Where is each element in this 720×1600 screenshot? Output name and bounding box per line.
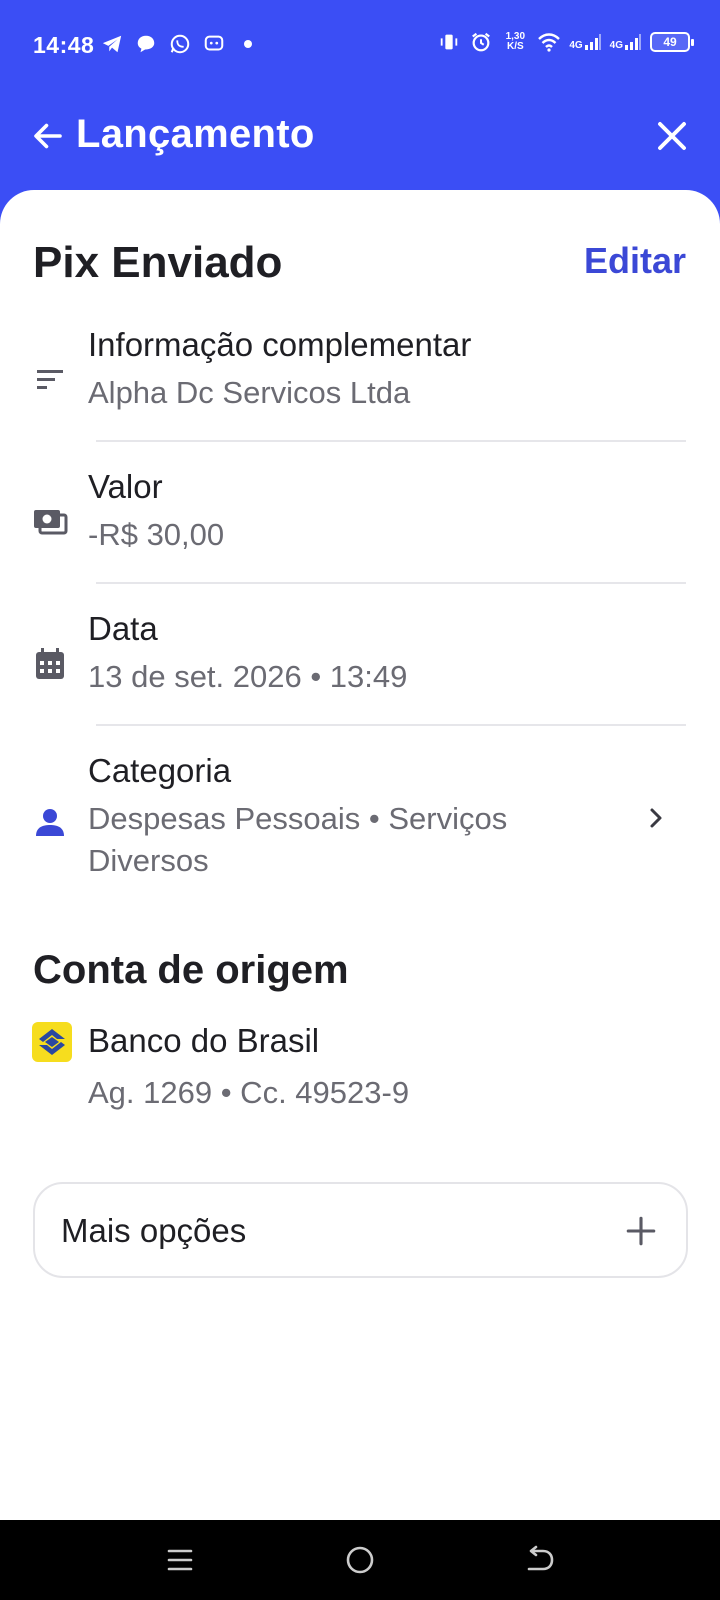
divider (96, 440, 686, 442)
plus-icon (626, 1216, 656, 1246)
speed-unit: K/S (506, 41, 524, 52)
system-icons: 1,30 K/S 4G 4G 49 (437, 30, 694, 54)
recent-apps-button[interactable] (160, 1540, 200, 1580)
network-speed: 1,30 K/S (501, 32, 529, 52)
field-value: -R$ 30,00 (88, 517, 225, 552)
field-value: Alpha Dc Servicos Ltda (88, 375, 411, 410)
signal-2-label: 4G (609, 40, 623, 51)
bank-name: Banco do Brasil (88, 1022, 320, 1059)
field-complementary-info[interactable]: Informação complementar Alpha Dc Servico… (0, 320, 720, 440)
wifi-icon (537, 30, 561, 54)
chevron-right-icon (650, 808, 662, 828)
notification-icons (100, 32, 260, 56)
transaction-type-title: Pix Enviado (33, 238, 283, 287)
messenger-icon (202, 32, 226, 56)
home-circle-icon (346, 1546, 374, 1574)
close-button[interactable] (648, 112, 696, 160)
field-category[interactable]: Categoria Despesas Pessoais • Serviços D… (0, 746, 720, 896)
signal-2: 4G (610, 33, 642, 51)
account-details: Ag. 1269 • Cc. 49523-9 (88, 1075, 410, 1110)
signal-1-label: 4G (569, 40, 583, 51)
system-back-button[interactable] (520, 1540, 560, 1580)
menu-icon (167, 1549, 193, 1571)
divider (96, 582, 686, 584)
transaction-sheet: Pix Enviado Editar Informação complement… (0, 190, 720, 1520)
telegram-icon (100, 32, 124, 56)
back-button[interactable] (28, 116, 68, 156)
whatsapp-icon (168, 32, 192, 56)
field-label: Data (88, 610, 158, 647)
calendar-icon (32, 646, 68, 682)
banco-do-brasil-logo-icon (32, 1022, 72, 1062)
more-options-button[interactable]: Mais opções (33, 1182, 688, 1278)
field-label: Valor (88, 468, 163, 505)
more-options-label: Mais opções (61, 1212, 247, 1249)
signal-bars-icon (625, 34, 641, 50)
field-date[interactable]: Data 13 de set. 2026 • 13:49 (0, 604, 720, 724)
battery-indicator: 49 (650, 32, 694, 52)
notes-icon (32, 362, 68, 398)
back-icon (527, 1545, 554, 1571)
status-time: 14:48 (33, 32, 95, 58)
divider (96, 724, 686, 726)
field-value: 13 de set. 2026 • 13:49 (88, 659, 408, 694)
vibrate-icon (437, 30, 461, 54)
field-label: Categoria (88, 752, 232, 789)
app-bar: Lançamento (0, 90, 720, 190)
alarm-icon (469, 30, 493, 54)
person-icon (32, 804, 68, 840)
home-button[interactable] (340, 1540, 380, 1580)
field-amount[interactable]: Valor -R$ 30,00 (0, 462, 720, 582)
close-icon (658, 122, 686, 150)
field-label: Informação complementar (88, 326, 472, 363)
account-section-title: Conta de origem (33, 948, 349, 992)
money-icon (32, 504, 68, 540)
edit-button[interactable]: Editar (584, 240, 686, 282)
field-value: Despesas Pessoais • Serviços Diversos (88, 801, 508, 878)
signal-1: 4G (569, 33, 601, 51)
status-bar: 14:48 1,30 K/S 4G 4G 49 (0, 0, 720, 90)
page-title: Lançamento (76, 112, 315, 156)
signal-bars-icon (584, 34, 601, 50)
chat-bubble-icon (134, 32, 158, 56)
account-item: Banco do Brasil Ag. 1269 • Cc. 49523-9 (0, 1010, 720, 1120)
system-navigation-bar (0, 1520, 720, 1600)
more-dot-icon (236, 32, 260, 56)
arrow-left-icon (34, 123, 62, 149)
